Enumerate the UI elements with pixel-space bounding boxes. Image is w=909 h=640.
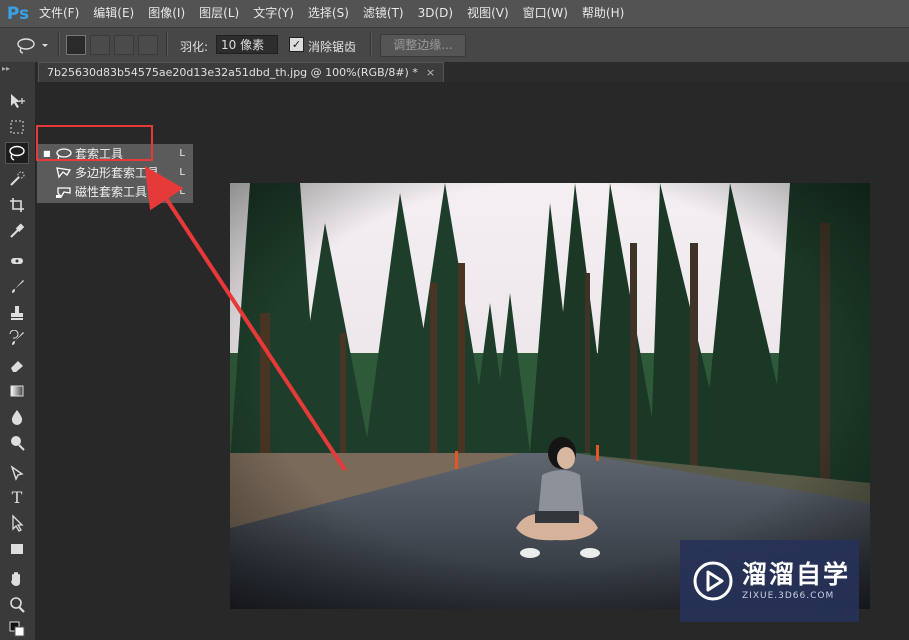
watermark-name: 溜溜自学 bbox=[742, 560, 851, 589]
watermark-url: ZIXUE.3D66.COM bbox=[742, 591, 835, 601]
play-logo-icon bbox=[693, 561, 733, 601]
watermark: 溜溜自学 ZIXUE.3D66.COM bbox=[680, 540, 859, 622]
